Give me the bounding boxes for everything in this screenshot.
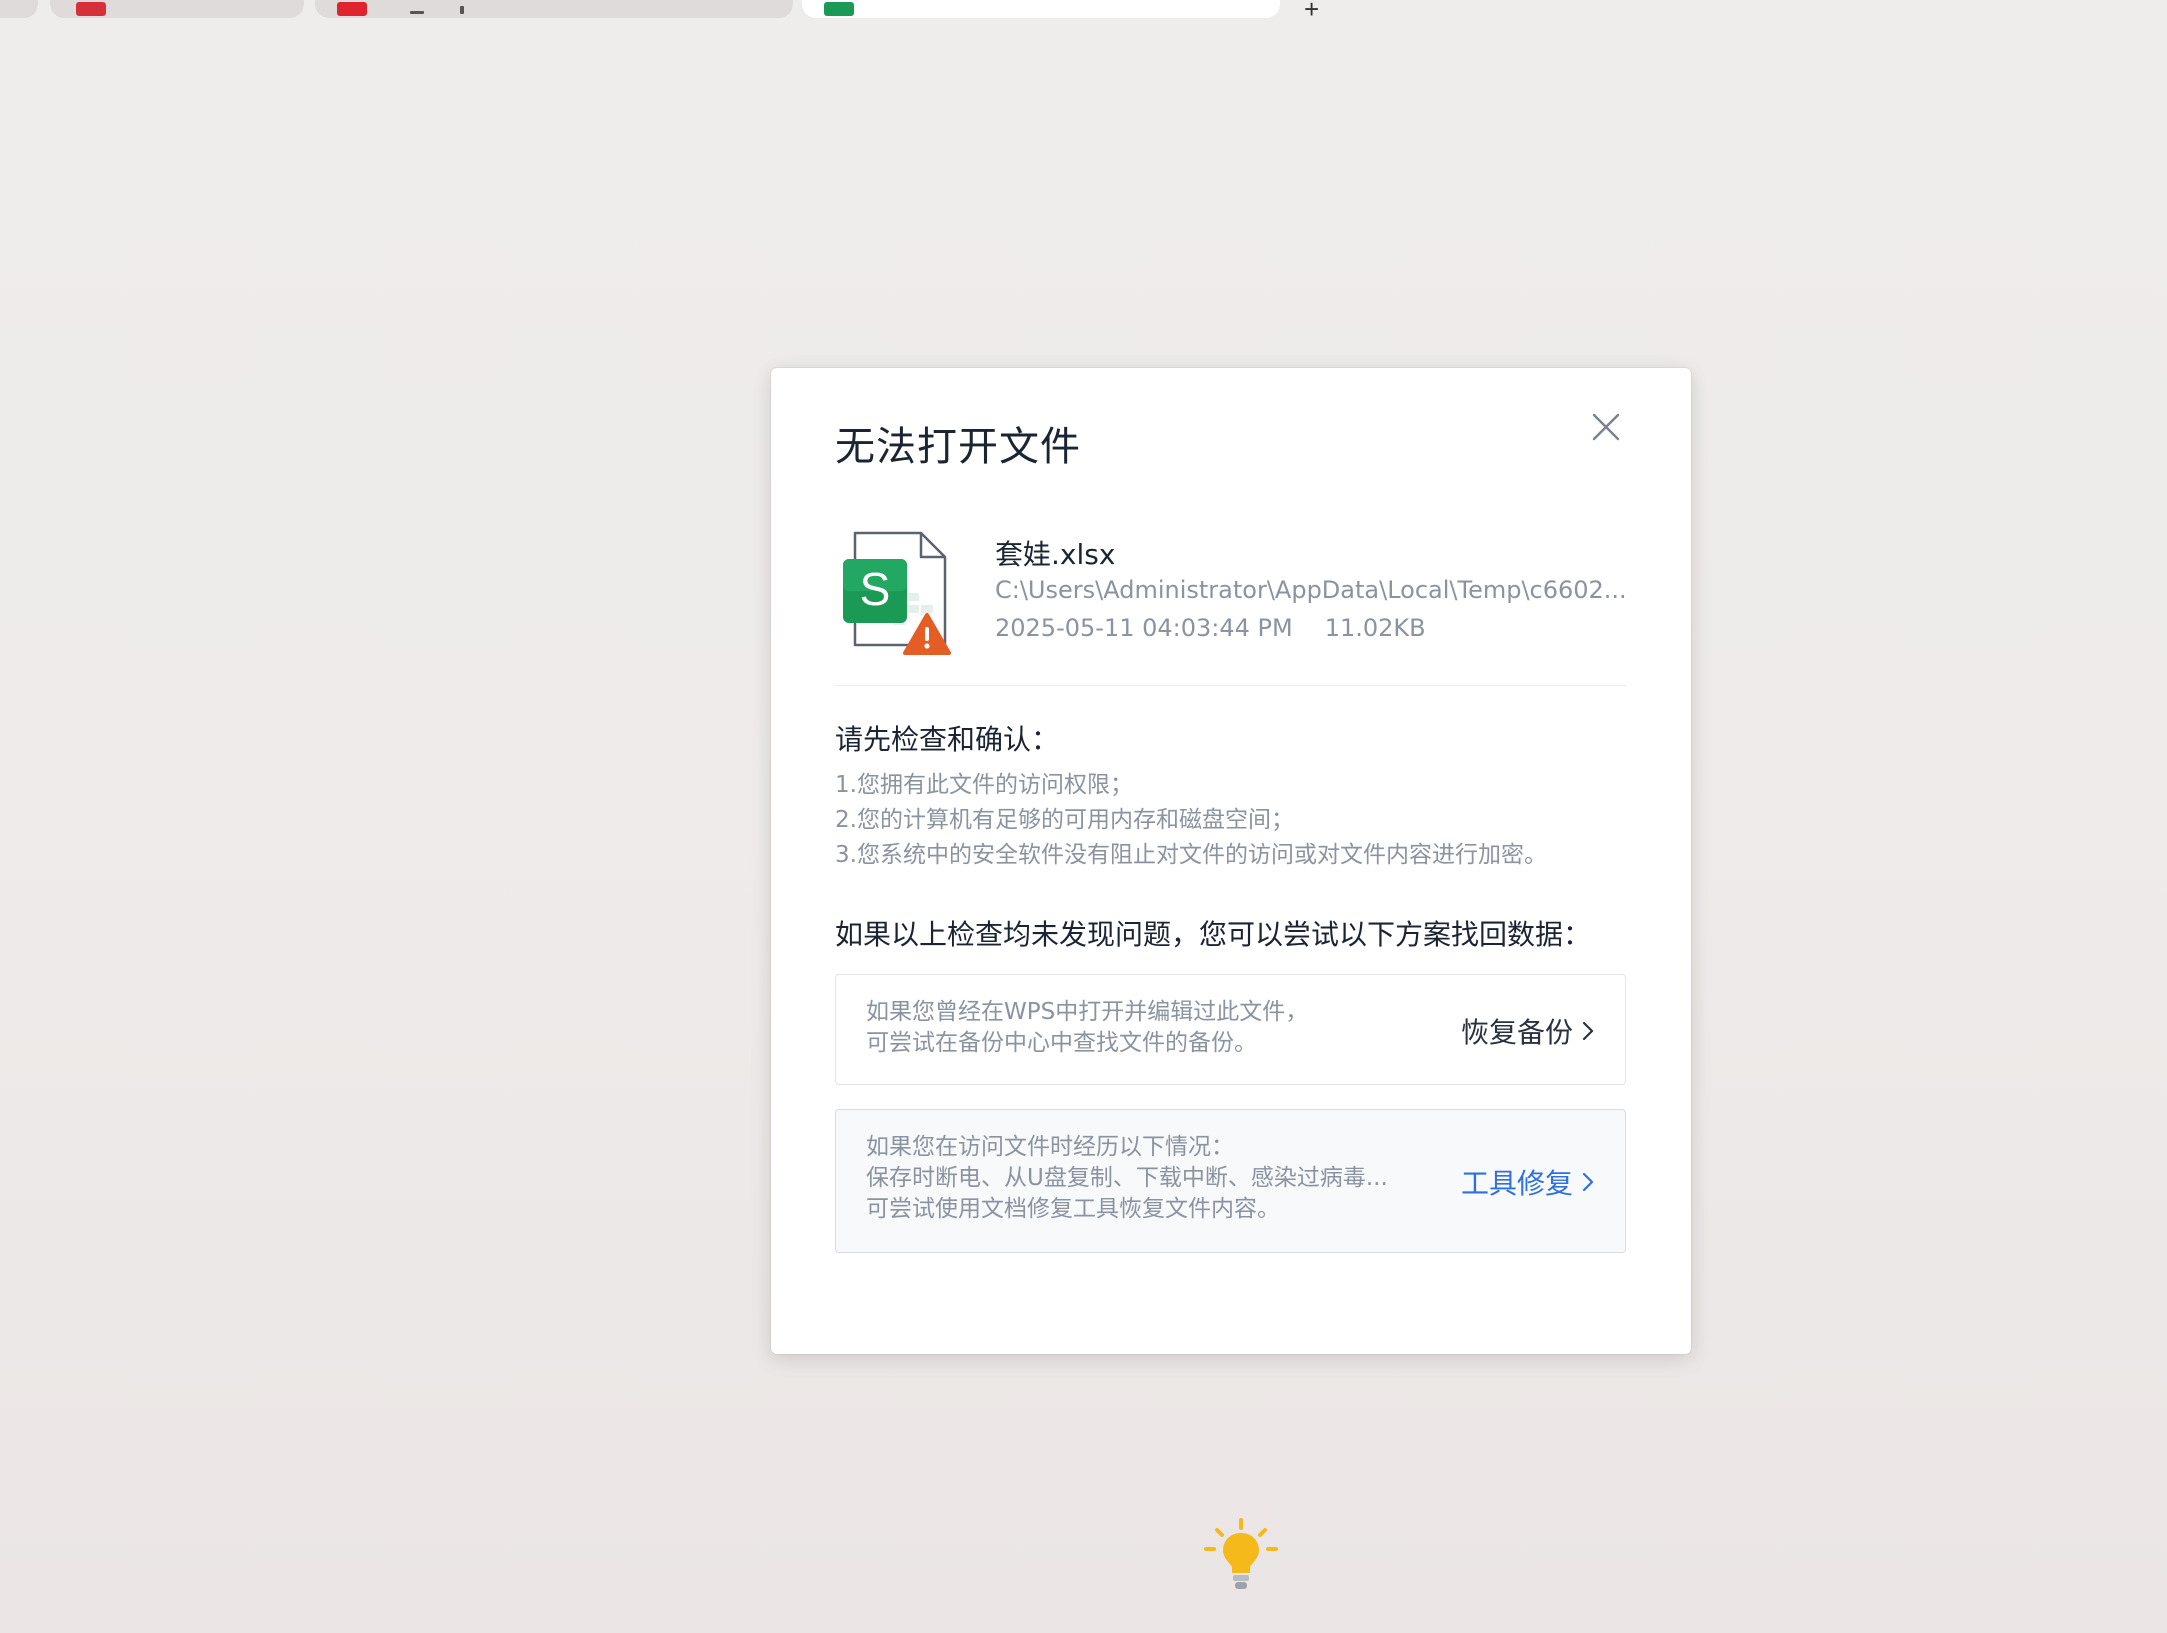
chevron-right-icon (1582, 1172, 1594, 1192)
option-description: 如果您在访问文件时经历以下情况： 保存时断电、从U盘复制、下载中断、感染过病毒.… (866, 1132, 1388, 1225)
pdf-icon (76, 2, 106, 16)
check-item: 2.您的计算机有足够的可用内存和磁盘空间； (835, 807, 1294, 833)
file-meta: 2025-05-11 04:03:44 PM 11.02KB (995, 614, 1458, 642)
file-date: 2025-05-11 04:03:44 PM (995, 614, 1293, 642)
file-name: 套娃.xlsx (995, 538, 1116, 571)
option-line: 可尝试在备份中心中查找文件的备份。 (866, 1030, 1257, 1056)
tab-partial[interactable] (0, 0, 38, 18)
restore-backup-button[interactable]: 恢复备份 (1461, 1011, 1595, 1051)
option-line: 保存时断电、从U盘复制、下载中断、感染过病毒... (866, 1165, 1388, 1191)
option-description: 如果您曾经在WPS中打开并编辑过此文件， 可尝试在备份中心中查找文件的备份。 (866, 997, 1308, 1059)
check-item: 3.您系统中的安全软件没有阻止对文件的访问或对文件内容进行加密。 (835, 842, 1547, 868)
chevron-right-icon (1582, 1021, 1594, 1041)
check-list: 1.您拥有此文件的访问权限； 2.您的计算机有足够的可用内存和磁盘空间； 3.您… (835, 768, 1547, 873)
dialog-title: 无法打开文件 (835, 424, 1081, 470)
close-icon[interactable] (1589, 410, 1623, 444)
restore-backup-label: 恢复备份 (1460, 1016, 1573, 1049)
divider (835, 685, 1626, 686)
tab-1[interactable] (50, 0, 304, 18)
recovery-title: 如果以上检查均未发现问题，您可以尝试以下方案找回数据： (835, 918, 1592, 951)
repair-tool-option[interactable]: 如果您在访问文件时经历以下情况： 保存时断电、从U盘复制、下载中断、感染过病毒.… (835, 1109, 1626, 1253)
option-line: 可尝试使用文档修复工具恢复文件内容。 (866, 1196, 1280, 1222)
repair-tool-button[interactable]: 工具修复 (1461, 1162, 1595, 1202)
option-line: 如果您在访问文件时经历以下情况： (866, 1134, 1234, 1160)
repair-tool-label: 工具修复 (1460, 1167, 1573, 1200)
sheet-icon (824, 2, 854, 16)
check-item: 1.您拥有此文件的访问权限； (835, 772, 1133, 798)
tab-title-fragment (410, 11, 424, 14)
tab-strip: + (0, 0, 2167, 24)
new-tab-icon[interactable]: + (1304, 0, 1319, 25)
lightbulb-icon[interactable] (1203, 1518, 1279, 1594)
option-line: 如果您曾经在WPS中打开并编辑过此文件， (866, 999, 1309, 1025)
tab-title-fragment (460, 6, 464, 14)
sheet-letter: S (860, 563, 891, 615)
open-file-error-dialog: 无法打开文件 S 套娃.xlsx C:\Users\Administrator\… (771, 368, 1691, 1354)
file-size: 11.02KB (1324, 614, 1426, 642)
check-title: 请先检查和确认： (835, 723, 1060, 756)
spreadsheet-warning-icon: S (841, 531, 955, 657)
file-path: C:\Users\Administrator\AppData\Local\Tem… (995, 576, 1627, 604)
tab-2[interactable] (315, 0, 793, 18)
tab-active[interactable] (802, 0, 1280, 18)
app-icon (337, 2, 367, 16)
restore-backup-option[interactable]: 如果您曾经在WPS中打开并编辑过此文件， 可尝试在备份中心中查找文件的备份。 恢… (835, 974, 1626, 1085)
